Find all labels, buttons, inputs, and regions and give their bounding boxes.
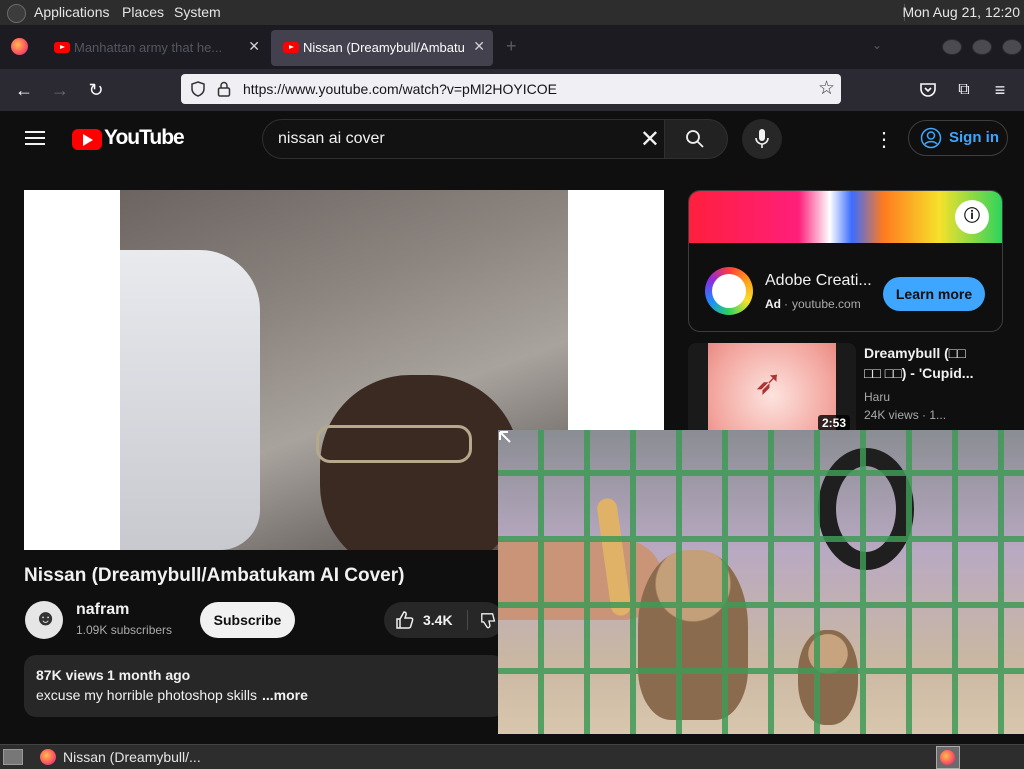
recommendation-meta: 24K views · 1... — [864, 408, 947, 422]
ad-domain: youtube.com — [792, 297, 861, 311]
bookmark-star-icon[interactable]: ☆ — [818, 77, 835, 100]
view-count: 87K views — [36, 667, 104, 683]
more-options-icon[interactable]: ⋮ — [874, 127, 894, 152]
youtube-favicon-icon — [283, 42, 299, 53]
cage-bars — [498, 430, 1024, 734]
microphone-icon — [755, 129, 769, 148]
system-menu[interactable]: System — [174, 4, 221, 20]
pocket-icon[interactable] — [919, 81, 937, 99]
youtube-play-icon — [83, 134, 93, 146]
adobe-cc-logo-icon — [705, 267, 753, 315]
sign-in-button[interactable]: Sign in — [908, 120, 1008, 156]
gnome-foot-icon[interactable] — [7, 4, 26, 23]
car-window — [120, 250, 260, 550]
picture-in-picture-window[interactable] — [498, 430, 1024, 734]
forward-icon[interactable]: → — [48, 78, 72, 102]
video-title: Nissan (Dreamybull/Ambatukam AI Cover) — [24, 565, 405, 586]
recommendation-channel[interactable]: Haru — [864, 390, 890, 404]
ad-info-icon[interactable]: ⓘ — [955, 200, 989, 234]
learn-more-button[interactable]: Learn more — [883, 277, 985, 311]
tab-title: Manhattan army that he... — [74, 40, 223, 55]
url-text[interactable]: https://www.youtube.com/watch?v=pMl2HOYI… — [243, 81, 557, 97]
hamburger-menu-icon[interactable] — [25, 128, 47, 148]
description-box[interactable]: 87K views 1 month ago excuse my horrible… — [24, 655, 504, 717]
ad-label: Ad — [765, 297, 781, 311]
maximize-window-icon[interactable] — [972, 39, 992, 55]
taskbar-window-button[interactable]: Nissan (Dreamybull/... — [34, 745, 254, 769]
ad-card[interactable]: ⓘ Adobe Creati... Ad · youtube.com Learn… — [688, 190, 1003, 332]
back-icon[interactable]: ← — [12, 78, 36, 102]
workspace-switcher[interactable] — [936, 746, 960, 769]
ad-title[interactable]: Adobe Creati... — [765, 272, 872, 290]
close-window-icon[interactable] — [1002, 39, 1022, 55]
thumbs-up-icon[interactable] — [395, 610, 415, 630]
account-icon — [920, 127, 942, 149]
channel-name[interactable]: nafram — [76, 601, 129, 619]
search-button[interactable] — [664, 119, 728, 159]
youtube-header: YouTube nissan ai cover ✕ ⋮ Sign in — [0, 111, 1024, 167]
taskbar-window-title: Nissan (Dreamybull/... — [63, 749, 201, 765]
description-more-link[interactable]: ...more — [262, 687, 308, 703]
menu-icon[interactable]: ≡ — [988, 78, 1012, 102]
like-count[interactable]: 3.4K — [423, 612, 453, 628]
sign-in-label: Sign in — [949, 129, 999, 146]
cupid-image: ➶ — [754, 364, 783, 402]
subscriber-count: 1.09K subscribers — [76, 623, 173, 637]
firefox-icon — [940, 750, 955, 765]
tab-bar: Manhattan army that he... ✕ Nissan (Drea… — [0, 26, 1024, 69]
firefox-icon[interactable] — [11, 38, 28, 55]
shield-icon[interactable] — [190, 81, 206, 97]
close-tab-icon[interactable]: ✕ — [248, 38, 260, 55]
taskbar: Nissan (Dreamybull/... — [0, 744, 1024, 769]
ad-separator: · — [784, 297, 788, 311]
upload-date: 1 month ago — [107, 667, 191, 683]
firefox-icon — [40, 749, 56, 765]
clock[interactable]: Mon Aug 21, 12:20 — [902, 4, 1020, 20]
video-duration: 2:53 — [817, 415, 850, 431]
youtube-favicon-icon — [54, 42, 70, 53]
new-tab-icon[interactable]: + — [506, 36, 517, 57]
extensions-icon[interactable]: ⧉ — [952, 78, 976, 102]
tab-active[interactable]: Nissan (Dreamybull/Ambatu ✕ — [271, 30, 493, 66]
tab-title: Nissan (Dreamybull/Ambatu — [303, 40, 465, 55]
list-tabs-icon[interactable]: ⌄ — [872, 38, 882, 52]
youtube-logo-text: YouTube — [104, 126, 185, 149]
minimize-window-icon[interactable] — [942, 39, 962, 55]
like-dislike-group: 3.4K — [384, 602, 504, 638]
clear-search-icon[interactable]: ✕ — [640, 125, 660, 154]
avatar-face-icon: ☻ — [34, 605, 58, 630]
recommendation-title-line2[interactable]: □□ □□) - 'Cupid... — [864, 365, 973, 381]
thumbs-down-icon[interactable] — [480, 611, 498, 631]
video-thumbnail[interactable]: ➶ 2:53 — [688, 343, 856, 431]
tab-inactive[interactable]: Manhattan army that he... ✕ — [42, 30, 268, 66]
url-bar[interactable]: https://www.youtube.com/watch?v=pMl2HOYI… — [181, 74, 841, 104]
close-tab-icon[interactable]: ✕ — [473, 38, 485, 55]
search-icon — [686, 130, 704, 148]
reload-icon[interactable]: ↻ — [84, 78, 108, 102]
top-panel: Applications Places System Mon Aug 21, 1… — [0, 0, 1024, 26]
places-menu[interactable]: Places — [122, 4, 164, 20]
voice-search-button[interactable] — [742, 119, 782, 159]
show-desktop-icon[interactable] — [3, 749, 23, 765]
lock-icon[interactable] — [217, 81, 231, 97]
subscribe-button[interactable]: Subscribe — [200, 602, 295, 638]
recommended-video[interactable]: ➶ 2:53 Dreamybull (□□ □□ □□) - 'Cupid...… — [688, 343, 1024, 431]
channel-avatar[interactable]: ☻ — [25, 601, 63, 639]
search-box[interactable]: nissan ai cover ✕ — [262, 119, 677, 159]
description-text: excuse my horrible photoshop skills — [36, 687, 257, 703]
recommendation-title-line1[interactable]: Dreamybull (□□ — [864, 345, 966, 361]
applications-menu[interactable]: Applications — [34, 4, 110, 20]
resize-handle-icon[interactable] — [498, 430, 514, 446]
glasses — [316, 425, 472, 463]
like-divider — [467, 610, 468, 630]
nav-bar: ← → ↻ https://www.youtube.com/watch?v=pM… — [0, 69, 1024, 111]
search-input[interactable]: nissan ai cover — [278, 130, 385, 148]
